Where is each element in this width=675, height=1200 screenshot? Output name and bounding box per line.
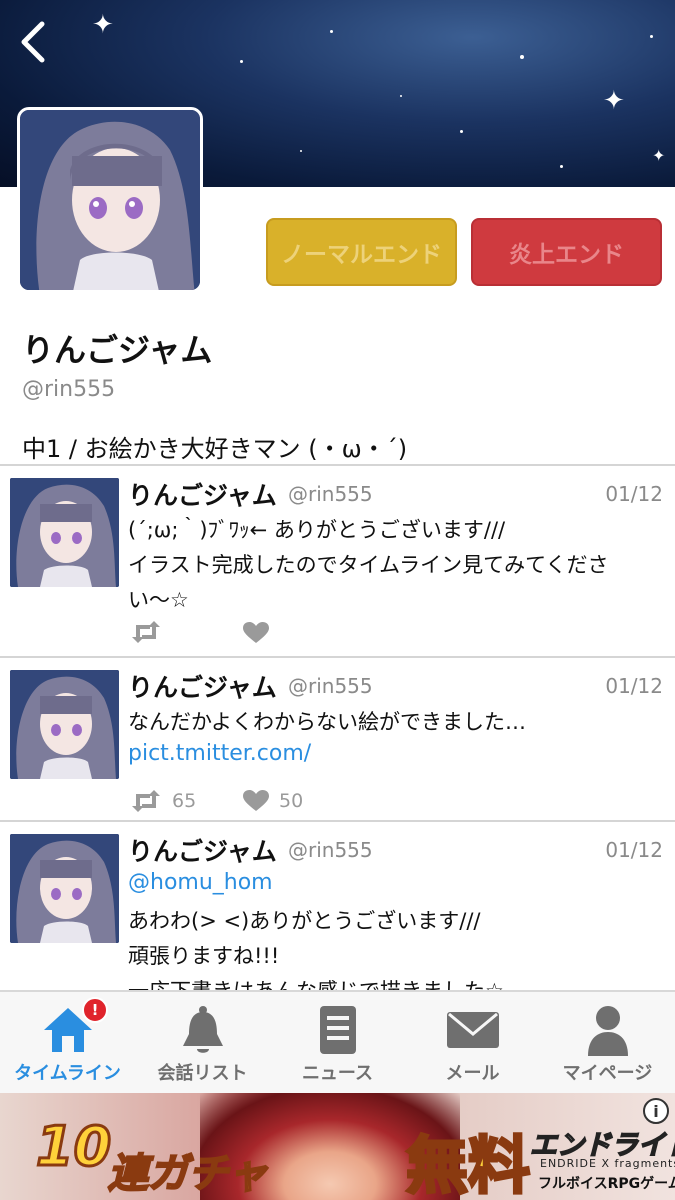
tweet-text-line: あわわ(> <)ありがとうございます/// [128, 909, 481, 933]
tweet-text-line: い〜☆ [128, 588, 189, 612]
tweet-author-name: りんごジャム [128, 481, 277, 510]
tweet-author-name: りんごジャム [128, 673, 277, 702]
chevron-left-icon [21, 21, 45, 63]
tweet-text-line: 頑張りますね!!! [128, 944, 280, 968]
tweet-link[interactable]: pict.tmitter.com/ [128, 741, 311, 766]
tweet-text-line: 一応下書きはあんな感じで描きました☆ [128, 975, 504, 990]
info-icon[interactable]: i [643, 1098, 669, 1124]
person-icon [587, 1006, 628, 1056]
nav-conversations[interactable]: 会話リスト [135, 992, 270, 1095]
ad-free-text: 無料 [404, 1128, 531, 1200]
ad-subtitle: ENDRIDE X fragments [540, 1157, 675, 1170]
fire-end-button[interactable]: 炎上エンド [471, 218, 662, 286]
profile-avatar [17, 107, 203, 293]
ad-banner[interactable]: 10 連ガチャ 無料 エンドライド ENDRIDE X fragments フル… [0, 1093, 675, 1200]
heart-icon [243, 622, 269, 643]
tweet-author-handle: @rin555 [288, 674, 373, 698]
nav-label: ニュース [301, 1063, 374, 1084]
notification-badge: ! [82, 997, 108, 1023]
retweet-button[interactable]: 65 [130, 790, 196, 812]
tweet-author-handle: @rin555 [288, 482, 373, 506]
tweet-author-name: りんごジャム [128, 837, 277, 866]
retweet-icon [132, 790, 160, 812]
tweet-avatar[interactable] [10, 670, 119, 779]
news-icon [319, 1006, 356, 1054]
profile-handle: @rin555 [22, 377, 116, 402]
like-count: 50 [279, 790, 304, 812]
tweet-item[interactable]: りんごジャム @rin555 01/12 なんだかよくわからない絵ができました…… [0, 658, 675, 820]
nav-label: マイページ [562, 1063, 653, 1084]
mail-icon [446, 1012, 499, 1048]
profile-name: りんごジャム [22, 331, 213, 369]
nav-label: メール [445, 1063, 500, 1084]
nav-timeline[interactable]: ! タイムライン [0, 992, 135, 1095]
tweet-mention[interactable]: @homu_hom [128, 870, 273, 895]
bottom-nav: ! タイムライン 会話リスト ニュース メール マイページ [0, 990, 675, 1093]
tweet-date: 01/12 [605, 674, 663, 698]
nav-mail[interactable]: メール [405, 992, 540, 1095]
normal-end-button[interactable]: ノーマルエンド [266, 218, 457, 286]
like-button[interactable]: 50 [243, 790, 303, 812]
tweet-item[interactable]: りんごジャム @rin555 01/12 @homu_hom あわわ(> <)あ… [0, 822, 675, 990]
retweet-icon [132, 621, 160, 643]
retweet-button[interactable] [130, 621, 162, 643]
ad-genre: フルボイスRPGゲーム [538, 1176, 675, 1192]
tweet-date: 01/12 [605, 838, 663, 862]
profile-bio: 中1 / お絵かき大好きマン (・ω・´) [22, 435, 408, 463]
heart-icon [243, 790, 269, 811]
nav-news[interactable]: ニュース [270, 992, 405, 1095]
retweet-count: 65 [172, 790, 197, 812]
ad-count: 10 [34, 1114, 112, 1180]
ad-gacha-text: 連ガチャ [107, 1150, 269, 1198]
nav-label: 会話リスト [157, 1063, 248, 1084]
tweet-text-line: なんだかよくわからない絵ができました… [128, 710, 526, 734]
like-button[interactable] [243, 622, 269, 644]
tweet-text-line: イラスト完成したのでタイムライン見てみてくださ [128, 553, 609, 577]
tweet-avatar[interactable] [10, 478, 119, 587]
nav-label: タイムライン [14, 1063, 121, 1084]
tweet-avatar[interactable] [10, 834, 119, 943]
back-button[interactable] [14, 18, 54, 66]
tweet-date: 01/12 [605, 482, 663, 506]
nav-mypage[interactable]: マイページ [540, 992, 675, 1095]
tweet-text-line: (´;ω;｀)ﾌﾞﾜｯ← ありがとうございます/// [128, 518, 506, 542]
bell-icon [182, 1006, 223, 1053]
tweet-item[interactable]: りんごジャム @rin555 01/12 (´;ω;｀)ﾌﾞﾜｯ← ありがとうご… [0, 466, 675, 656]
tweet-author-handle: @rin555 [288, 838, 373, 862]
